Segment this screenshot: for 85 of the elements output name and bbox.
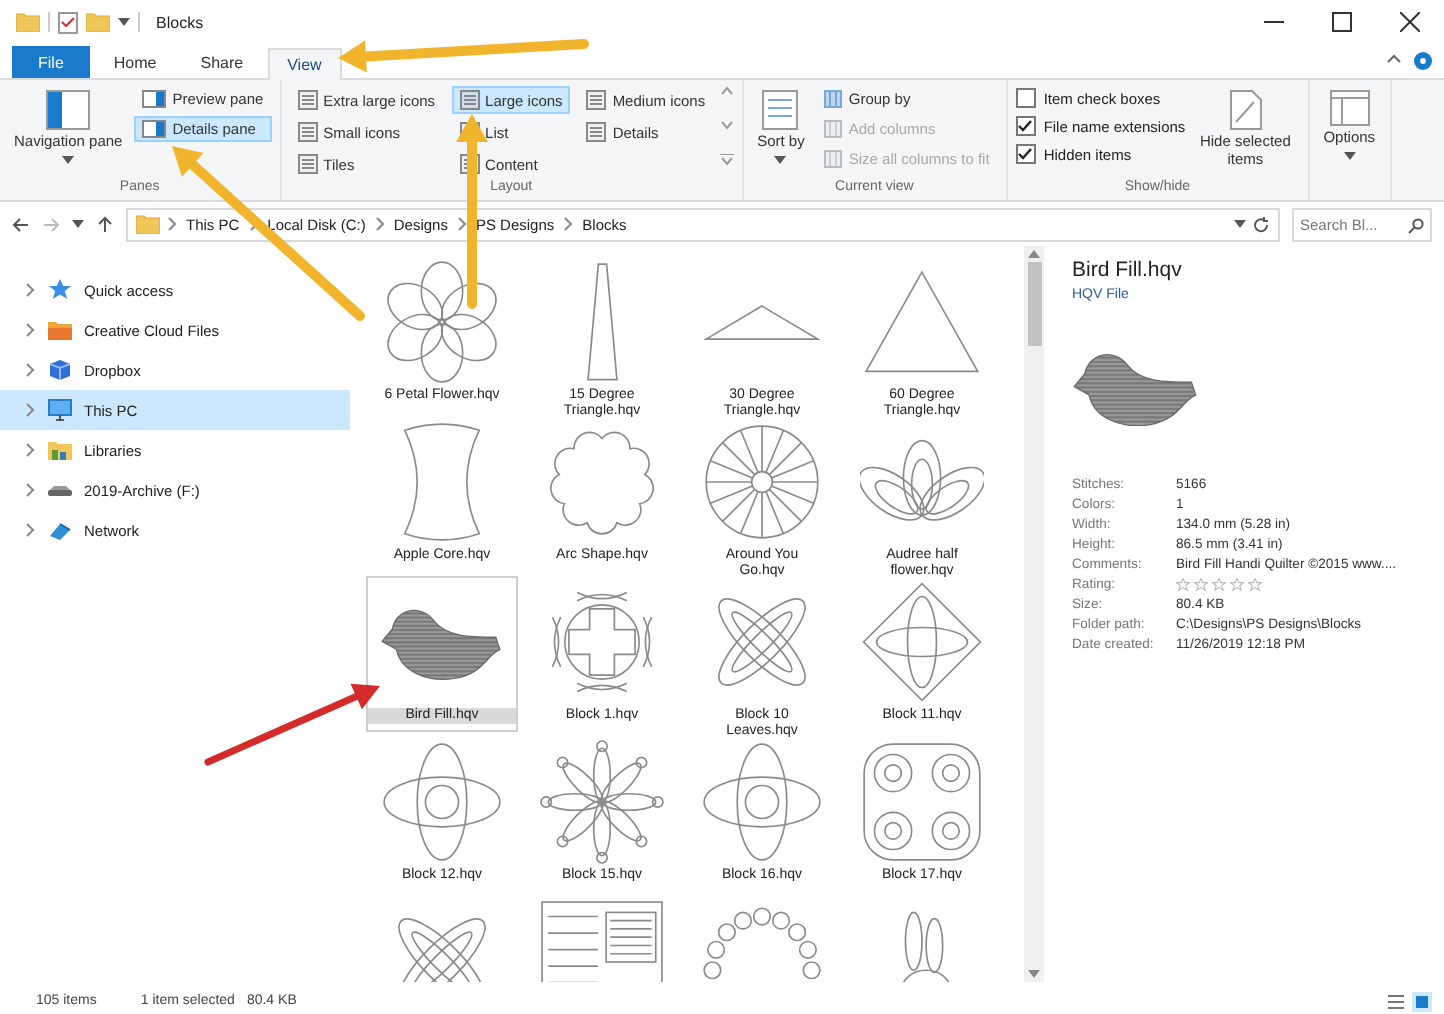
columns-icon [824, 120, 843, 138]
expand-chevron-icon [24, 482, 36, 498]
details-title: Bird Fill.hqv [1072, 258, 1184, 282]
expand-chevron-icon [24, 522, 36, 538]
ribbon-tab[interactable]: Home [93, 46, 177, 78]
network-icon [48, 518, 72, 542]
view-layout-icon [297, 122, 318, 142]
caret-icon [1234, 220, 1246, 228]
star-pattern-drawing [540, 740, 664, 864]
library-folder-icon [48, 438, 72, 462]
help-icon[interactable] [1414, 52, 1432, 70]
caret-icon [62, 155, 75, 164]
triangle-drawing [585, 262, 619, 382]
view-layout-icon [586, 90, 607, 110]
expand-chevron-icon [24, 322, 36, 338]
sort-icon [762, 90, 799, 130]
preview-pane-icon [142, 90, 167, 108]
triangle-drawing [864, 270, 980, 374]
columns-icon [824, 150, 843, 168]
details-pane-icon [142, 120, 167, 138]
checkbox[interactable] [1015, 116, 1036, 136]
caret-icon [1343, 151, 1356, 160]
star-icon[interactable] [1194, 578, 1208, 592]
search-icon [1408, 217, 1424, 233]
properties-icon [58, 11, 78, 33]
options-icon [1329, 90, 1370, 126]
triangle-drawing [704, 303, 820, 341]
columns-icon [824, 90, 843, 108]
star-icon[interactable] [1248, 578, 1262, 592]
breadcrumb-separator-icon [373, 216, 386, 232]
breadcrumb-separator-icon [562, 216, 575, 232]
checkbox[interactable] [1015, 88, 1036, 108]
flower-pattern-drawing [380, 740, 504, 864]
caret-icon [72, 220, 84, 228]
star-icon[interactable] [1230, 578, 1244, 592]
new-folder-icon [86, 12, 110, 32]
refresh-icon[interactable] [1252, 215, 1270, 233]
quick-access-star-icon [48, 278, 72, 302]
breadcrumb-separator-icon [166, 216, 178, 232]
details-view-icon[interactable] [1386, 991, 1406, 1011]
checkmark-icon [1018, 148, 1033, 160]
star-icon[interactable] [1212, 578, 1226, 592]
caret-icon [774, 155, 787, 164]
view-layout-icon [459, 90, 480, 110]
view-layout-icon [586, 122, 607, 142]
large-icons-view-icon[interactable] [1412, 991, 1432, 1011]
petal-pattern-drawing [860, 580, 984, 704]
folder-icon [48, 318, 72, 342]
scrollbar-thumb[interactable] [1027, 262, 1041, 346]
maximize-icon[interactable] [1332, 12, 1352, 32]
scroll-down-icon[interactable] [1028, 970, 1040, 978]
wheel-pattern-drawing [700, 420, 824, 544]
scroll-down-icon[interactable] [719, 120, 734, 130]
caret-icon [118, 18, 130, 26]
monitor-icon [48, 398, 72, 422]
expand-chevron-icon [24, 442, 36, 458]
view-layout-icon [297, 90, 318, 110]
folder-icon [16, 12, 40, 32]
star-icon[interactable] [1176, 578, 1190, 592]
view-layout-icon [297, 154, 318, 174]
expand-chevron-icon [24, 362, 36, 378]
close-icon[interactable] [1400, 12, 1420, 32]
up-arrow-icon[interactable] [96, 215, 114, 233]
scrollbar[interactable] [1024, 246, 1044, 982]
window-title: Blocks [156, 13, 204, 31]
hide-items-icon [1229, 90, 1262, 130]
checkbox[interactable] [1015, 144, 1036, 164]
swirl-pattern-drawing [860, 740, 984, 864]
navigation-pane-icon [46, 90, 91, 130]
box-icon [48, 358, 72, 382]
expand-gallery-icon[interactable] [719, 154, 734, 166]
flower-pattern-drawing [700, 740, 824, 864]
back-arrow-icon[interactable] [12, 215, 30, 233]
ribbon-tab[interactable]: View [267, 48, 342, 80]
forward-arrow-icon[interactable] [42, 215, 60, 233]
scroll-up-icon[interactable] [1028, 250, 1040, 258]
checkmark-icon [1018, 120, 1033, 132]
ribbon-tab[interactable]: Share [180, 46, 264, 78]
folder-icon [136, 214, 160, 234]
expand-chevron-icon [24, 402, 36, 418]
collapse-ribbon-icon[interactable] [1386, 52, 1402, 64]
ribbon-tab[interactable]: File [12, 46, 90, 78]
scroll-up-icon[interactable] [719, 86, 734, 96]
breadcrumb-separator-icon [455, 216, 468, 232]
expand-chevron-icon [24, 282, 36, 298]
